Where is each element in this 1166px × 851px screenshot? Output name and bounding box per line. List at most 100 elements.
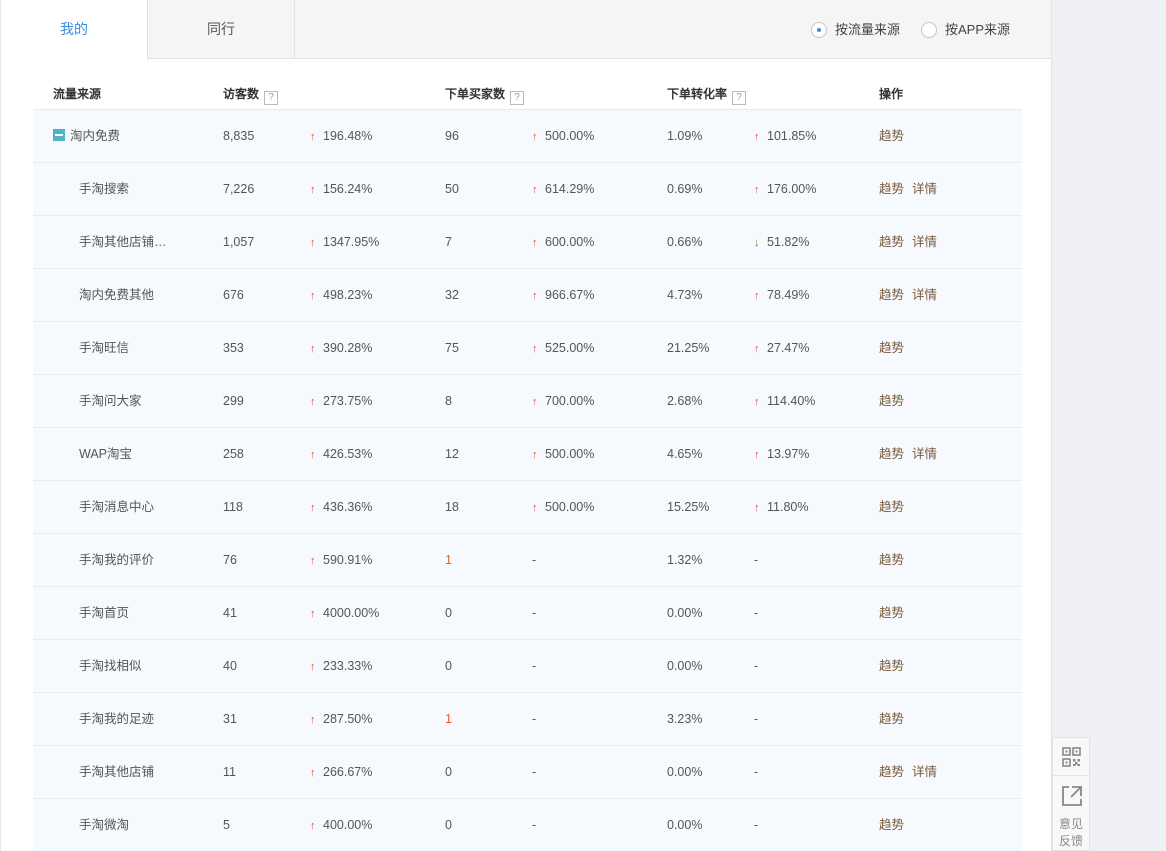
tab-bar: 我的 同行 按流量来源 按APP来源 — [1, 0, 1051, 60]
tab-peers[interactable]: 同行 — [148, 0, 295, 59]
visitors-change-value: 498.23% — [323, 288, 373, 302]
buyers-value: 0 — [445, 765, 452, 779]
radio-by-traffic-source[interactable]: 按流量来源 — [811, 21, 911, 39]
conversion-value: 1.32% — [667, 553, 703, 567]
buyers-change-value: 700.00% — [545, 394, 595, 408]
buyers-change-value: 600.00% — [545, 235, 595, 249]
visitors-change-value: 266.67% — [323, 765, 373, 779]
table-row: 手淘我的评价 76 ↑ 590.91% 1 - 1.32% - 趋势 — [33, 534, 1022, 587]
conversion-change-value: 114.40% — [767, 394, 816, 408]
conversion-value: 2.68% — [667, 394, 703, 408]
help-icon[interactable]: ? — [510, 91, 525, 105]
detail-link[interactable]: 详情 — [912, 182, 937, 196]
conversion-change-value: 11.80% — [767, 500, 809, 514]
source-name: 手淘我的足迹 — [79, 693, 154, 745]
radio-by-app-source[interactable]: 按APP来源 — [921, 21, 1021, 39]
trend-link[interactable]: 趋势 — [879, 235, 904, 249]
conversion-change-value: 27.47% — [767, 341, 810, 355]
radio-indicator[interactable] — [921, 22, 937, 38]
trend-link[interactable]: 趋势 — [879, 394, 904, 408]
conversion-value: 0.00% — [667, 765, 703, 779]
trend-link[interactable]: 趋势 — [879, 129, 904, 143]
feedback-button[interactable]: 意见 反馈 — [1053, 814, 1089, 851]
buyers-change-value: 500.00% — [545, 500, 595, 514]
table-row: WAP淘宝 258 ↑ 426.53% 12 ↑ 500.00% 4.65% ↑ 13.97% 趋势… — [33, 428, 1022, 481]
trend-link[interactable]: 趋势 — [879, 447, 904, 461]
row-actions: 趋势 — [879, 322, 912, 374]
detail-link[interactable]: 详情 — [912, 447, 937, 461]
help-icon[interactable]: ? — [732, 91, 747, 105]
arrow-up-icon: ↑ — [532, 502, 538, 514]
trend-link[interactable]: 趋势 — [879, 341, 904, 355]
radio-label-traffic-source: 按流量来源 — [835, 22, 901, 37]
visitors-change: ↑ 1347.95% — [310, 216, 379, 269]
visitors-change-value: 426.53% — [323, 447, 373, 461]
arrow-up-icon: ↑ — [754, 396, 760, 408]
row-actions: 趋势 — [879, 481, 912, 533]
header-source: 流量来源 — [53, 78, 101, 110]
source-name-text: WAP淘宝 — [79, 447, 133, 461]
row-actions: 趋势 详情 — [879, 269, 945, 321]
collapse-icon[interactable] — [53, 129, 65, 141]
arrow-up-icon: ↑ — [310, 237, 316, 249]
arrow-up-icon: ↑ — [310, 555, 316, 567]
source-name: 手淘我的评价 — [79, 534, 154, 586]
source-name: 手淘消息中心 — [79, 481, 154, 533]
tab-mine[interactable]: 我的 — [1, 0, 148, 60]
table-row: 手淘我的足迹 31 ↑ 287.50% 1 - 3.23% - 趋势 — [33, 693, 1022, 746]
row-actions: 趋势 — [879, 693, 912, 745]
trend-link[interactable]: 趋势 — [879, 182, 904, 196]
source-name: 手淘微淘 — [79, 799, 129, 851]
help-icon[interactable]: ? — [264, 91, 279, 105]
conversion-change: ↑ 78.49% — [754, 269, 809, 322]
visitors-value: 1,057 — [223, 235, 255, 249]
header-source-label: 流量来源 — [53, 87, 102, 101]
visitors-change: ↑ 590.91% — [310, 534, 372, 587]
detail-link[interactable]: 详情 — [912, 288, 937, 302]
radio-indicator-selected[interactable] — [811, 22, 827, 38]
visitors-change-value: 273.75% — [323, 394, 373, 408]
buyers-change: ↑ 500.00% — [532, 110, 594, 163]
buyers-change: - — [532, 587, 536, 639]
visitors-change: ↑ 196.48% — [310, 110, 372, 163]
trend-link[interactable]: 趋势 — [879, 288, 904, 302]
feedback-label-line1: 意见 — [1058, 817, 1083, 831]
trend-link[interactable]: 趋势 — [879, 500, 904, 514]
visitors-change: ↑ 273.75% — [310, 375, 372, 428]
arrow-up-icon: ↑ — [310, 714, 316, 726]
conversion-value: 15.25% — [667, 500, 710, 514]
conversion-change: ↓ 51.82% — [754, 216, 809, 269]
trend-link[interactable]: 趋势 — [879, 818, 904, 832]
conversion-change: - — [754, 746, 758, 798]
row-actions: 趋势 详情 — [879, 746, 945, 798]
conversion-change: ↑ 13.97% — [754, 428, 809, 481]
buyers-value: 0 — [445, 818, 452, 832]
detail-link[interactable]: 详情 — [912, 765, 937, 779]
trend-link[interactable]: 趋势 — [879, 712, 904, 726]
external-link-icon[interactable] — [1053, 776, 1089, 814]
visitors-value: 31 — [223, 712, 237, 726]
row-actions: 趋势 详情 — [879, 216, 945, 268]
source-name: 手淘旺信 — [79, 322, 129, 374]
arrow-up-icon: ↑ — [532, 290, 538, 302]
feedback-label-line2: 反馈 — [1058, 834, 1083, 848]
buyers-change-value: 966.67% — [545, 288, 595, 302]
trend-link[interactable]: 趋势 — [879, 659, 904, 673]
conversion-value: 0.00% — [667, 606, 703, 620]
trend-link[interactable]: 趋势 — [879, 553, 904, 567]
arrow-up-icon: ↑ — [532, 449, 538, 461]
arrow-up-icon: ↑ — [532, 184, 538, 196]
buyers-value: 1 — [445, 712, 452, 726]
conversion-value: 0.69% — [667, 182, 703, 196]
visitors-value: 258 — [223, 447, 244, 461]
visitors-change: ↑ 287.50% — [310, 693, 372, 746]
buyers-change: ↑ 700.00% — [532, 375, 594, 428]
conversion-change: ↑ 27.47% — [754, 322, 809, 375]
visitors-change: ↑ 426.53% — [310, 428, 372, 481]
buyers-change-value: - — [532, 606, 537, 620]
qr-code-icon[interactable] — [1053, 738, 1089, 776]
trend-link[interactable]: 趋势 — [879, 606, 904, 620]
trend-link[interactable]: 趋势 — [879, 765, 904, 779]
arrow-up-icon: ↑ — [754, 502, 760, 514]
detail-link[interactable]: 详情 — [912, 235, 937, 249]
